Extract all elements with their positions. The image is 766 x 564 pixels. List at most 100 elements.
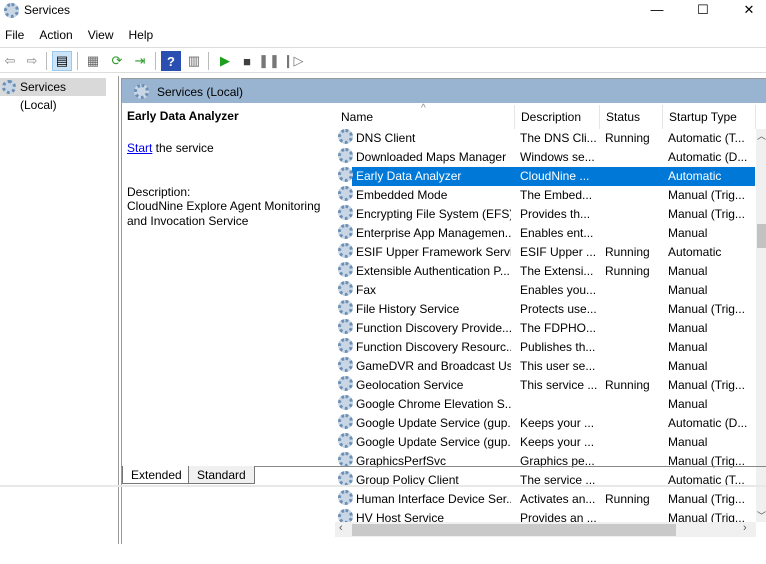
service-description: CloudNine Explore Agent Monitoring and I…	[127, 199, 321, 228]
gear-icon	[338, 319, 353, 334]
service-startup-type: Automatic (D...	[668, 150, 748, 164]
tab-standard[interactable]: Standard	[188, 466, 255, 484]
service-row[interactable]: Google Update Service (gup... Keeps your …	[335, 414, 755, 433]
help-icon[interactable]: ?	[161, 51, 181, 71]
service-status: Running	[605, 131, 650, 145]
tree-item-services-local[interactable]: Services (Local)	[0, 78, 106, 112]
show-hide-console-tree-icon[interactable]: ▤	[52, 51, 72, 71]
scroll-right-icon[interactable]: ›	[743, 522, 747, 534]
service-row[interactable]: File History Service Protects use... Manua…	[335, 300, 755, 319]
service-row[interactable]: Early Data Analyzer CloudNine ... Automati…	[335, 167, 755, 186]
service-name: File History Service	[356, 302, 460, 316]
menu-help[interactable]: Help	[124, 25, 160, 42]
horizontal-scrollbar[interactable]: ‹ ›	[335, 522, 756, 537]
resume-service-icon[interactable]: ❙▷	[283, 51, 304, 71]
service-startup-type: Manual (Trig...	[668, 207, 745, 221]
minimize-button[interactable]: —	[634, 0, 680, 22]
column-header-startup-type[interactable]: Startup Type	[663, 105, 756, 129]
scroll-down-icon[interactable]: ﹀	[757, 509, 766, 522]
gear-icon	[338, 186, 353, 201]
service-row[interactable]: Google Chrome Elevation S... Manual	[335, 395, 755, 414]
scroll-up-icon[interactable]: ︿	[757, 129, 766, 142]
tab-extended[interactable]: Extended	[122, 466, 191, 484]
column-header-name[interactable]: Name ^	[335, 103, 515, 129]
pause-service-icon[interactable]: ❚❚	[258, 51, 280, 71]
column-header-description[interactable]: Description	[515, 105, 600, 129]
close-button[interactable]: ✕	[726, 0, 766, 22]
service-row[interactable]: Function Discovery Provide... The FDPHO..…	[335, 319, 755, 338]
service-description: The Embed...	[520, 188, 593, 202]
selected-service-name: Early Data Analyzer	[127, 109, 239, 123]
service-detail: Early Data Analyzer Start the service De…	[127, 109, 327, 229]
service-row[interactable]: ESIF Upper Framework Servi... ESIF Upper …	[335, 243, 755, 262]
service-name: Group Policy Client	[356, 473, 459, 487]
vertical-scroll-thumb[interactable]	[757, 224, 766, 248]
service-description: Publishes th...	[520, 340, 596, 354]
forward-arrow-icon[interactable]: ⇨	[22, 51, 42, 71]
service-name: Google Update Service (gup...	[356, 416, 511, 430]
back-arrow-icon[interactable]: ⇦	[0, 51, 20, 71]
toolbar-separator	[208, 52, 209, 70]
title-bar: Services — ☐ ✕	[0, 0, 766, 22]
services-list: Name ^ Description Status Startup Type DN…	[335, 103, 766, 545]
service-status: Running	[605, 492, 650, 506]
horizontal-scroll-thumb[interactable]	[352, 524, 676, 536]
menu-file[interactable]: File	[0, 25, 30, 42]
service-startup-type: Manual	[668, 264, 708, 278]
service-row[interactable]: Group Policy Client The service ... Automa…	[335, 471, 755, 490]
service-row[interactable]: Function Discovery Resourc... Publishes t…	[335, 338, 755, 357]
service-startup-type: Manual	[668, 283, 708, 297]
gear-icon	[338, 395, 353, 410]
start-service-icon[interactable]: ▶	[215, 51, 235, 71]
service-row[interactable]: Encrypting File System (EFS) Provides th.…	[335, 205, 755, 224]
action-pane-icon[interactable]: ▥	[184, 51, 204, 71]
gear-icon	[338, 262, 353, 277]
service-description: The Extensi...	[520, 264, 594, 278]
service-name: Enterprise App Managemen...	[356, 226, 511, 240]
menu-bar: File Action View Help	[0, 25, 766, 45]
service-name: Downloaded Maps Manager	[356, 150, 507, 164]
service-row[interactable]: GameDVR and Broadcast Us... This user se.…	[335, 357, 755, 376]
start-service-link[interactable]: Start	[127, 141, 152, 155]
service-startup-type: Manual	[668, 340, 708, 354]
gear-icon	[338, 205, 353, 220]
service-startup-type: Manual	[668, 226, 708, 240]
service-row[interactable]: Geolocation Service This service ... Runni…	[335, 376, 755, 395]
refresh-icon[interactable]: ⟳	[107, 51, 127, 71]
description-label: Description:	[127, 185, 191, 199]
toolbar-separator	[77, 52, 78, 70]
column-header-status[interactable]: Status	[600, 105, 663, 129]
services-app-icon	[4, 3, 19, 18]
service-row[interactable]: Extensible Authentication P... The Extens…	[335, 262, 755, 281]
service-description: Keeps your ...	[520, 416, 595, 430]
export-list-icon[interactable]: ⇥	[130, 51, 150, 71]
stop-service-icon[interactable]: ■	[237, 51, 257, 71]
maximize-button[interactable]: ☐	[680, 0, 726, 22]
service-name: Google Update Service (gup...	[356, 435, 511, 449]
service-row[interactable]: Downloaded Maps Manager Windows se... Auto…	[335, 148, 755, 167]
service-name: Fax	[356, 283, 377, 297]
service-row[interactable]: Google Update Service (gup... Keeps your …	[335, 433, 755, 452]
service-name: Function Discovery Resourc...	[356, 340, 511, 354]
vertical-scrollbar[interactable]: ︿ ﹀	[756, 129, 766, 522]
service-row[interactable]: Human Interface Device Ser... Activates a…	[335, 490, 755, 509]
service-row[interactable]: Embedded Mode The Embed... Manual (Trig...	[335, 186, 755, 205]
scroll-left-icon[interactable]: ‹	[339, 522, 343, 534]
menu-view[interactable]: View	[83, 25, 120, 42]
service-startup-type: Manual	[668, 435, 708, 449]
service-startup-type: Manual	[668, 397, 708, 411]
service-description: Activates an...	[520, 492, 596, 506]
service-row[interactable]: Fax Enables you... Manual	[335, 281, 755, 300]
service-row[interactable]: GraphicsPerfSvc Graphics pe... Manual (Tri…	[335, 452, 755, 471]
service-description: The service ...	[520, 473, 596, 487]
properties-icon[interactable]: ▦	[83, 51, 103, 71]
service-startup-type: Manual	[668, 321, 708, 335]
service-startup-type: Automatic (D...	[668, 416, 748, 430]
service-name: GraphicsPerfSvc	[356, 454, 447, 468]
service-row[interactable]: DNS Client The DNS Cli... Running Automatic…	[335, 129, 755, 148]
service-status: Running	[605, 264, 650, 278]
console-tree: Services (Local)	[0, 76, 119, 544]
menu-action[interactable]: Action	[34, 25, 78, 42]
service-description: CloudNine ...	[520, 169, 590, 183]
service-row[interactable]: Enterprise App Managemen... Enables ent..…	[335, 224, 755, 243]
